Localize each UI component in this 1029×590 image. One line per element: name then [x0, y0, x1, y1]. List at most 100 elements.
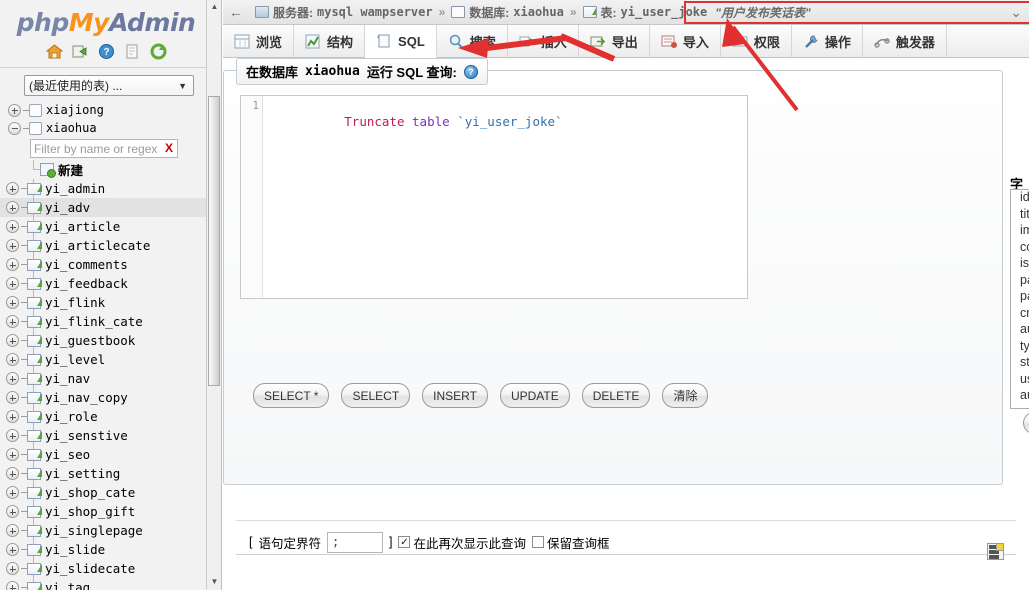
- expand-icon[interactable]: [6, 372, 19, 385]
- tab-SQL[interactable]: SQL: [365, 25, 437, 58]
- expand-icon[interactable]: [6, 467, 19, 480]
- keep-query-box-checkbox[interactable]: [532, 536, 544, 548]
- tab-触发器[interactable]: 触发器: [862, 25, 947, 57]
- insert-button[interactable]: INSERT: [422, 383, 488, 408]
- sidebar-scroll-thumb[interactable]: [208, 96, 220, 386]
- collapse-breadcrumb-icon[interactable]: ⌄: [1010, 4, 1022, 21]
- expand-icon[interactable]: [6, 315, 19, 328]
- sql-editor[interactable]: 1 Truncate table `yi_user_joke`: [240, 95, 748, 299]
- sidebar-table-yi_role[interactable]: yi_role: [0, 407, 212, 426]
- breadcrumb-table[interactable]: 表: yi_user_joke: [582, 4, 707, 21]
- sidebar-table-yi_singlepage[interactable]: yi_singlepage: [0, 521, 212, 540]
- home-icon[interactable]: [45, 43, 63, 60]
- show-query-again-checkbox[interactable]: ✓: [398, 536, 411, 548]
- sidebar-table-yi_seo[interactable]: yi_seo: [0, 445, 212, 464]
- scroll-down-icon[interactable]: ▼: [209, 577, 220, 588]
- breadcrumb-server[interactable]: 服务器: mysql wampserver: [255, 4, 433, 21]
- field-option-type[interactable]: type: [1011, 339, 1029, 356]
- expand-icon[interactable]: [6, 448, 19, 461]
- keep-query-box-option[interactable]: 保留查询框: [532, 533, 610, 552]
- expand-icon[interactable]: [6, 258, 19, 271]
- field-option-audit_num[interactable]: audit_num: [1011, 388, 1029, 405]
- expand-icon[interactable]: [6, 277, 19, 290]
- expand-icon[interactable]: [6, 581, 19, 590]
- help-icon[interactable]: ?: [463, 64, 478, 79]
- expand-icon[interactable]: [6, 239, 19, 252]
- sidebar-table-yi_shop_gift[interactable]: yi_shop_gift: [0, 502, 212, 521]
- sidebar-table-yi_feedback[interactable]: yi_feedback: [0, 274, 212, 293]
- clear-button[interactable]: 清除: [662, 383, 709, 408]
- tab-浏览[interactable]: 浏览: [223, 25, 295, 57]
- sidebar-table-yi_adv[interactable]: yi_adv: [0, 198, 212, 217]
- tab-搜索[interactable]: 搜索: [436, 25, 508, 57]
- expand-icon[interactable]: [6, 296, 19, 309]
- fields-listbox[interactable]: idtitleimagecontentis_packagepackage_fee…: [1010, 189, 1029, 409]
- field-option-audit_time[interactable]: audit_time: [1011, 322, 1029, 339]
- new-table-item[interactable]: 新建: [0, 160, 212, 179]
- field-option-image[interactable]: image: [1011, 223, 1029, 240]
- docs-icon[interactable]: [124, 43, 141, 60]
- sidebar-table-yi_guestbook[interactable]: yi_guestbook: [0, 331, 212, 350]
- expand-icon[interactable]: [6, 505, 19, 518]
- breadcrumb-database[interactable]: 数据库: xiaohua: [451, 4, 564, 21]
- field-option-id[interactable]: id: [1011, 190, 1029, 207]
- collapse-fields-button[interactable]: <<: [1023, 412, 1029, 434]
- field-option-is_package[interactable]: is_package: [1011, 256, 1029, 273]
- field-option-user_id[interactable]: user_id: [1011, 372, 1029, 389]
- expand-icon[interactable]: [6, 334, 19, 347]
- field-option-package_fee[interactable]: package_fee: [1011, 273, 1029, 290]
- sidebar-table-yi_level[interactable]: yi_level: [0, 350, 212, 369]
- sidebar-table-yi_comments[interactable]: yi_comments: [0, 255, 212, 274]
- sidebar-table-yi_flink[interactable]: yi_flink: [0, 293, 212, 312]
- update-button[interactable]: UPDATE: [499, 383, 570, 408]
- expand-icon[interactable]: [6, 486, 19, 499]
- logout-icon[interactable]: [72, 43, 89, 60]
- expand-icon[interactable]: [6, 353, 19, 366]
- delete-button[interactable]: DELETE: [581, 383, 651, 408]
- expand-icon[interactable]: [6, 429, 19, 442]
- field-option-package_user_id[interactable]: package_user_id: [1011, 289, 1029, 306]
- sidebar-table-yi_slidecate[interactable]: yi_slidecate: [0, 559, 212, 578]
- help-icon[interactable]: ?: [98, 43, 115, 60]
- field-option-content[interactable]: content: [1011, 240, 1029, 257]
- select-star-button[interactable]: SELECT *: [253, 383, 330, 408]
- db-row-xiajiong[interactable]: xiajiong: [0, 101, 212, 119]
- sidebar-table-yi_tag[interactable]: yi_tag: [0, 578, 212, 590]
- tab-插入[interactable]: 插入: [507, 25, 579, 57]
- sidebar-table-yi_shop_cate[interactable]: yi_shop_cate: [0, 483, 212, 502]
- expand-icon[interactable]: [8, 103, 21, 117]
- tab-权限[interactable]: 权限: [720, 25, 792, 57]
- sidebar-table-yi_slide[interactable]: yi_slide: [0, 540, 212, 559]
- expand-icon[interactable]: [6, 391, 19, 404]
- sidebar-table-yi_nav[interactable]: yi_nav: [0, 369, 212, 388]
- sidebar-scrollbar[interactable]: ▲ ▼: [206, 0, 221, 590]
- tab-操作[interactable]: 操作: [791, 25, 863, 57]
- field-option-title[interactable]: title: [1011, 207, 1029, 224]
- tab-导入[interactable]: 导入: [649, 25, 721, 57]
- sidebar-table-yi_flink_cate[interactable]: yi_flink_cate: [0, 312, 212, 331]
- clear-filter-icon[interactable]: X: [165, 141, 173, 155]
- sidebar-table-yi_setting[interactable]: yi_setting: [0, 464, 212, 483]
- back-icon[interactable]: ←: [229, 4, 243, 20]
- refresh-icon[interactable]: [150, 43, 167, 60]
- sidebar-table-yi_admin[interactable]: yi_admin: [0, 179, 212, 198]
- tab-结构[interactable]: 结构: [294, 25, 366, 57]
- expand-icon[interactable]: [6, 524, 19, 537]
- table-filter-input[interactable]: Filter by name or regex X: [30, 139, 178, 158]
- delimiter-input[interactable]: ;: [327, 531, 383, 553]
- sidebar-table-yi_article[interactable]: yi_article: [0, 217, 212, 236]
- sidebar-table-yi_nav_copy[interactable]: yi_nav_copy: [0, 388, 212, 407]
- collapse-icon[interactable]: [8, 121, 21, 135]
- tab-导出[interactable]: 导出: [578, 25, 650, 57]
- scroll-up-icon[interactable]: ▲: [209, 2, 220, 13]
- expand-icon[interactable]: [6, 201, 19, 214]
- db-row-xiaohua[interactable]: xiaohua: [0, 119, 212, 137]
- expand-icon[interactable]: [6, 182, 19, 195]
- expand-icon[interactable]: [6, 562, 19, 575]
- field-option-status[interactable]: status: [1011, 355, 1029, 372]
- sidebar-table-yi_articlecate[interactable]: yi_articlecate: [0, 236, 212, 255]
- expand-icon[interactable]: [6, 543, 19, 556]
- sidebar-table-yi_senstive[interactable]: yi_senstive: [0, 426, 212, 445]
- select-button[interactable]: SELECT: [341, 383, 411, 408]
- expand-icon[interactable]: [6, 220, 19, 233]
